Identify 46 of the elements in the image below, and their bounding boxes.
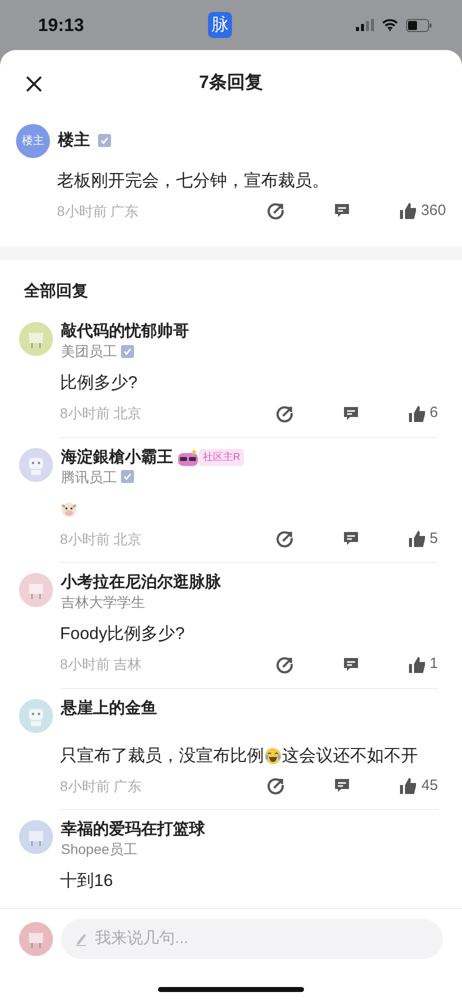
affiliation: 腾讯员工	[61, 468, 117, 486]
avatar: 楼主	[16, 124, 50, 158]
reply-meta: 8小时前 北京	[60, 530, 143, 549]
thumbs-up-icon	[399, 777, 418, 796]
wifi-icon	[382, 19, 398, 31]
author-name: 悬崖上的金鱼	[61, 698, 157, 719]
signal-icon	[356, 19, 374, 31]
comment-icon	[342, 656, 360, 674]
post-text: 老板刚开完会，七分钟，宣布裁员。	[57, 170, 330, 192]
like-button[interactable]: 45	[399, 774, 438, 798]
author-name: 幸福的爱玛在打篮球	[61, 820, 205, 840]
affiliation: Shopee员工	[61, 840, 138, 858]
author-name: 楼主	[58, 130, 90, 151]
comment-icon	[342, 404, 360, 423]
battery-icon	[406, 18, 432, 32]
laughing-face-icon	[264, 746, 282, 765]
author-name: 小考拉在尼泊尔逛脉脉	[61, 573, 221, 594]
pencil-icon	[75, 932, 87, 946]
glasses-badge-icon	[177, 448, 199, 467]
badge-label: 社区主R	[199, 449, 244, 466]
app-badge: 脉	[208, 12, 232, 38]
sheet-title: 7条回复	[198, 71, 263, 94]
affiliation: 吉林大学学生	[61, 593, 145, 612]
author-name: 敲代码的忧郁帅哥	[61, 322, 189, 342]
thumbs-up-icon	[408, 530, 426, 548]
reply-meta: 8小时前 广东	[57, 202, 140, 221]
section-title: 全部回复	[22, 281, 89, 302]
comment-button[interactable]	[342, 656, 360, 674]
reply-meta: 8小时前 广东	[60, 776, 143, 796]
reply-meta: 8小时前 北京	[60, 404, 143, 424]
thumbs-up-icon	[398, 202, 417, 220]
status-time: 19:13	[38, 14, 84, 36]
reply-text: 十到16	[60, 870, 114, 892]
thumbs-up-icon	[408, 656, 426, 674]
like-button[interactable]: 5	[408, 528, 438, 550]
affiliation: 美团员工	[61, 342, 117, 360]
reply-text: Foody比例多少?	[60, 623, 186, 646]
comment-button[interactable]	[342, 404, 360, 423]
like-button[interactable]: 360	[398, 200, 446, 222]
thumbs-up-icon	[408, 404, 426, 423]
like-button[interactable]: 1	[408, 653, 438, 676]
like-button[interactable]: 6	[408, 402, 438, 425]
reply-meta: 8小时前 吉林	[60, 655, 143, 674]
reply-text: 只宣布了裁员，没宣布比例 这会议还不如不开	[60, 744, 419, 767]
author-name: 海淀銀槍小霸王	[61, 448, 173, 468]
reply-text: 比例多少?	[60, 372, 138, 394]
